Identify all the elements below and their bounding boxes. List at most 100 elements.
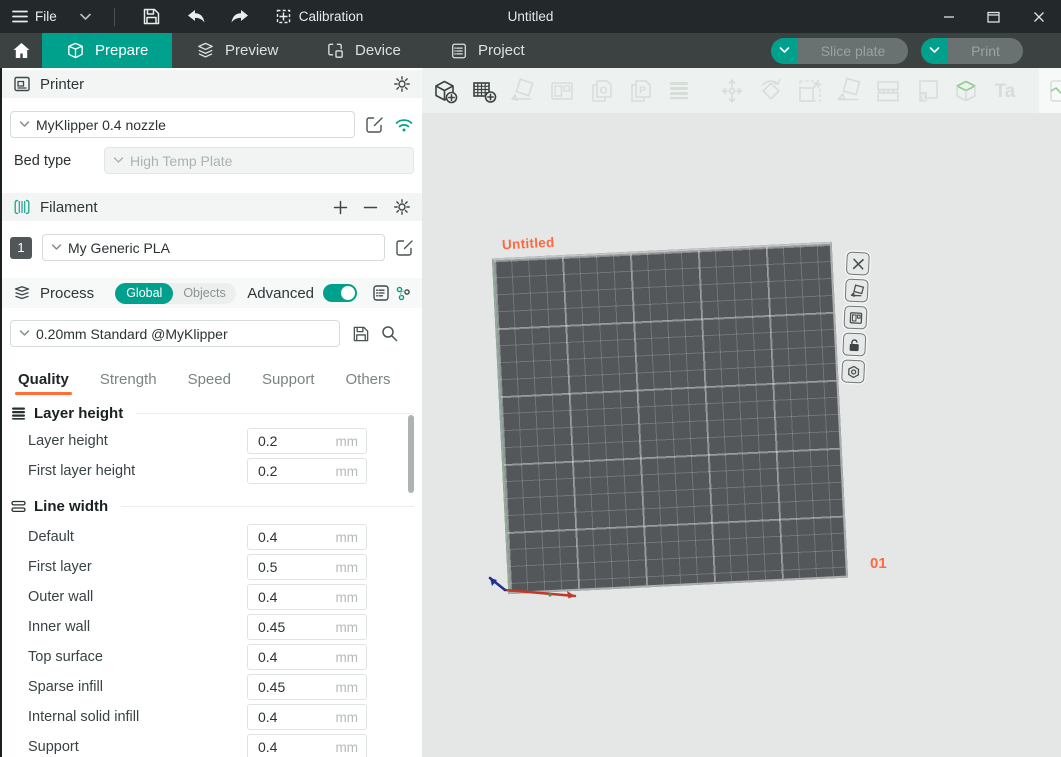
titlebar: File Calibration Untitled <box>0 0 1061 33</box>
support-painting-icon[interactable] <box>951 76 981 106</box>
delete-plate-button[interactable] <box>846 252 870 276</box>
rotate-tool-icon[interactable] <box>756 76 786 106</box>
param-input[interactable] <box>248 433 318 449</box>
home-button[interactable] <box>0 33 42 68</box>
bed-type-combo[interactable]: High Temp Plate <box>104 147 414 174</box>
param-group-header: Line width <box>10 495 414 517</box>
slice-plate-button[interactable]: Slice plate <box>798 38 908 64</box>
param-input[interactable] <box>248 679 318 695</box>
plate-settings-button[interactable] <box>841 359 865 383</box>
param-field: mm <box>247 428 367 454</box>
text-tool-icon[interactable]: Ta <box>990 76 1020 106</box>
arrange-icon[interactable] <box>547 76 577 106</box>
add-object-icon[interactable] <box>430 76 460 106</box>
printer-settings-button[interactable] <box>393 75 411 93</box>
minimize-button[interactable] <box>926 0 971 33</box>
save-icon <box>142 7 161 26</box>
search-settings-button[interactable] <box>380 324 399 343</box>
scrollbar-thumb[interactable] <box>408 415 414 493</box>
param-field: mm <box>247 704 367 730</box>
close-button[interactable] <box>1016 0 1061 33</box>
close-icon <box>852 257 865 270</box>
lock-plate-button[interactable] <box>842 332 866 356</box>
device-icon <box>326 41 345 60</box>
print-dropdown-button[interactable] <box>921 38 948 64</box>
split-objects-icon[interactable]: O <box>586 76 616 106</box>
chevron-down-icon <box>113 157 124 164</box>
cut-tool-icon[interactable] <box>873 76 903 106</box>
process-settings-list-button[interactable] <box>372 284 390 302</box>
scope-global-button[interactable]: Global <box>115 283 173 304</box>
redo-button[interactable] <box>225 4 255 30</box>
param-input[interactable] <box>248 709 318 725</box>
param-label: Layer height <box>28 433 108 449</box>
save-preset-button[interactable] <box>352 325 370 343</box>
param-unit: mm <box>336 590 367 605</box>
param-input[interactable] <box>248 739 318 755</box>
tab-prepare[interactable]: Prepare <box>42 33 172 68</box>
lay-on-face-icon[interactable] <box>834 76 864 106</box>
prepare-box-icon <box>66 41 85 60</box>
move-tool-icon[interactable] <box>717 76 747 106</box>
tab-device[interactable]: Device <box>302 33 426 68</box>
printer-preset-combo[interactable]: MyKlipper 0.4 nozzle <box>10 111 355 138</box>
maximize-button[interactable] <box>971 0 1016 33</box>
tab-speed[interactable]: Speed <box>188 371 231 388</box>
param-row: Inner wall mm <box>10 614 414 640</box>
filament-settings-button[interactable] <box>393 198 411 216</box>
tab-support[interactable]: Support <box>262 371 315 388</box>
group-divider <box>121 506 414 507</box>
arrange-plate-button[interactable] <box>844 306 868 330</box>
tab-project[interactable]: Project <box>426 33 556 68</box>
tab-others[interactable]: Others <box>346 371 391 388</box>
param-input[interactable] <box>248 619 318 635</box>
add-plate-icon[interactable] <box>469 76 499 106</box>
scope-objects-button[interactable]: Objects <box>173 284 235 302</box>
variable-layer-height-icon[interactable] <box>664 76 694 106</box>
print-button[interactable]: Print <box>948 38 1023 64</box>
param-input[interactable] <box>248 463 318 479</box>
tab-prepare-label: Prepare <box>95 42 148 59</box>
plate-name-label: Untitled <box>502 235 555 253</box>
auto-orient-icon[interactable] <box>508 76 538 106</box>
compare-presets-button[interactable] <box>395 285 411 302</box>
calibration-menu-item[interactable]: Calibration <box>275 8 364 25</box>
param-label: Support <box>28 739 79 755</box>
filament-preset-combo[interactable]: My Generic PLA <box>42 234 385 261</box>
tab-preview[interactable]: Preview <box>172 33 302 68</box>
slice-dropdown-button[interactable] <box>771 38 798 64</box>
chevron-down-icon[interactable] <box>79 13 92 21</box>
remove-filament-button[interactable] <box>363 200 378 215</box>
tab-preview-label: Preview <box>225 42 278 59</box>
param-input[interactable] <box>248 529 318 545</box>
undo-button[interactable] <box>181 4 211 30</box>
param-label: Sparse infill <box>28 679 103 695</box>
scale-tool-icon[interactable] <box>795 76 825 106</box>
seam-painting-icon[interactable] <box>1047 76 1061 106</box>
orient-plate-button[interactable] <box>845 279 869 303</box>
process-preset-combo[interactable]: 0.20mm Standard @MyKlipper <box>10 320 340 347</box>
param-input[interactable] <box>248 559 318 575</box>
save-button[interactable] <box>137 4 167 30</box>
split-parts-icon[interactable]: P <box>625 76 655 106</box>
edit-filament-preset-button[interactable] <box>395 238 414 257</box>
printer-connection-button[interactable] <box>394 116 414 133</box>
tab-strength[interactable]: Strength <box>100 371 157 388</box>
tab-quality[interactable]: Quality <box>18 371 69 388</box>
viewport-3d[interactable]: O P Ta Untitled 01 <box>422 68 1061 757</box>
chevron-down-icon <box>51 244 62 251</box>
mesh-boolean-icon[interactable] <box>912 76 942 106</box>
build-plate[interactable] <box>492 242 848 594</box>
file-menu-label: File <box>35 9 57 24</box>
param-row: Top surface mm <box>10 644 414 670</box>
edit-printer-preset-button[interactable] <box>365 115 384 134</box>
add-filament-button[interactable] <box>333 200 348 215</box>
param-input[interactable] <box>248 589 318 605</box>
minus-icon <box>363 200 378 215</box>
plate-number-label: 01 <box>870 555 887 572</box>
advanced-toggle[interactable] <box>323 284 357 302</box>
param-field: mm <box>247 554 367 580</box>
param-input[interactable] <box>248 649 318 665</box>
file-menu-button[interactable]: File <box>12 9 57 24</box>
process-preset-row: 0.20mm Standard @MyKlipper <box>10 320 414 347</box>
